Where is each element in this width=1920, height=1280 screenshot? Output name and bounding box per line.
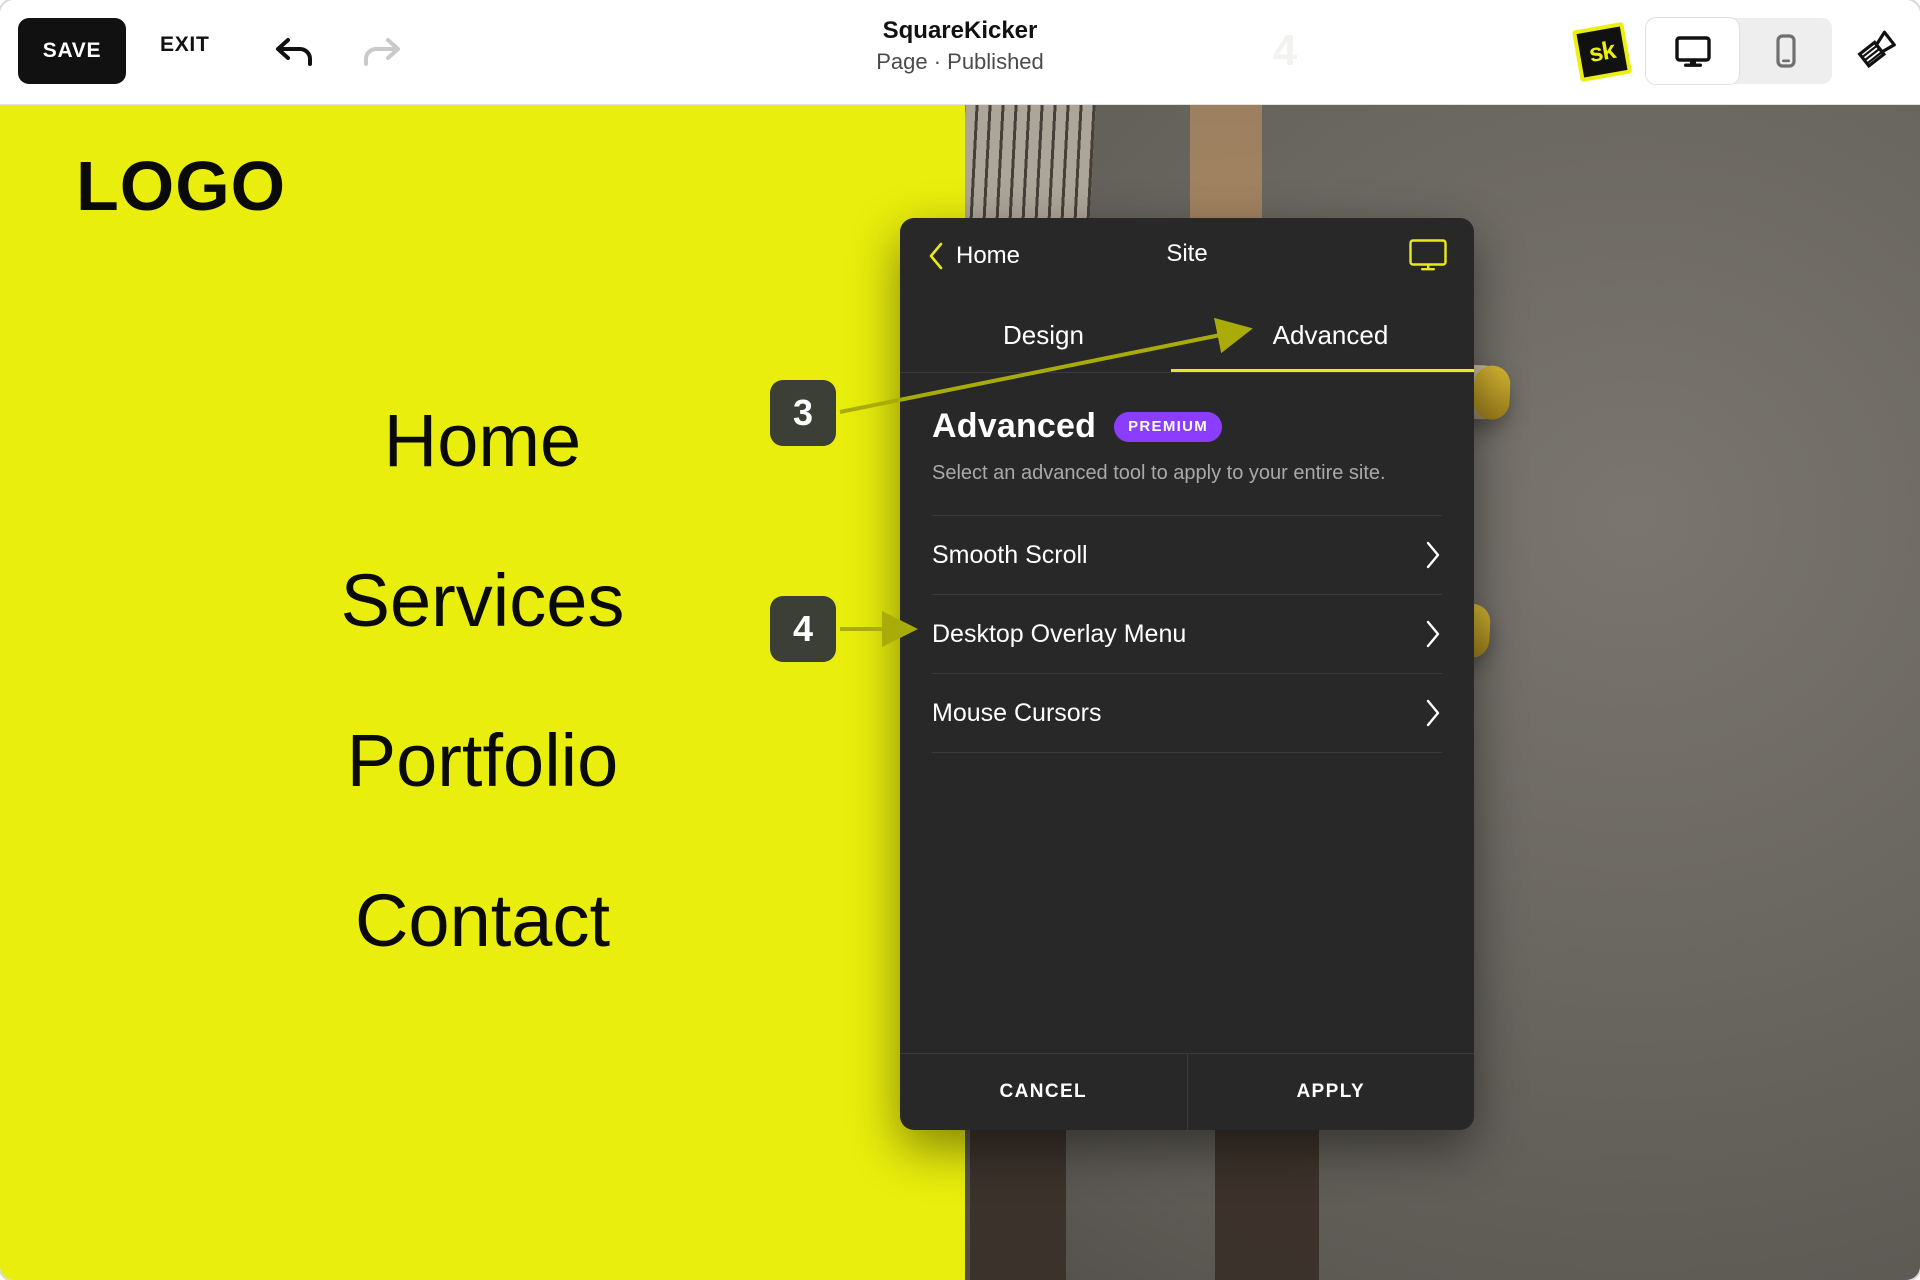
overlay-menu-pane: LOGO Home Services Portfolio Contact bbox=[0, 104, 965, 1280]
apply-button[interactable]: APPLY bbox=[1188, 1054, 1475, 1130]
tool-label: Desktop Overlay Menu bbox=[932, 619, 1187, 648]
panel-tabs-divider bbox=[900, 372, 1474, 373]
panel-footer: CANCEL APPLY bbox=[900, 1053, 1474, 1130]
site-logo[interactable]: LOGO bbox=[76, 146, 286, 226]
section-description: Select an advanced tool to apply to your… bbox=[932, 462, 1386, 484]
decor-dowel-cap bbox=[1472, 364, 1511, 421]
panel-title: Site bbox=[1166, 240, 1208, 267]
tool-label: Mouse Cursors bbox=[932, 698, 1102, 727]
cancel-button[interactable]: CANCEL bbox=[900, 1054, 1188, 1130]
tool-row-smooth-scroll[interactable]: Smooth Scroll bbox=[932, 515, 1442, 595]
tab-advanced[interactable]: Advanced bbox=[1171, 298, 1474, 372]
redo-icon[interactable] bbox=[352, 26, 408, 78]
premium-badge: PREMIUM bbox=[1114, 411, 1223, 442]
step-watermark: 4 bbox=[1272, 26, 1298, 75]
paintbrush-icon[interactable] bbox=[1848, 24, 1902, 78]
panel-tabs: Design Advanced bbox=[900, 298, 1474, 372]
chevron-right-icon bbox=[1426, 620, 1440, 648]
advanced-tool-list: Smooth Scroll Desktop Overlay Menu Mouse… bbox=[900, 515, 1474, 1053]
tool-label: Smooth Scroll bbox=[932, 540, 1088, 569]
squarekicker-logo[interactable]: sk bbox=[1571, 21, 1633, 83]
panel-desktop-icon[interactable] bbox=[1408, 238, 1448, 272]
exit-button[interactable]: EXIT bbox=[160, 33, 209, 57]
site-nav: Home Services Portfolio Contact bbox=[0, 404, 965, 958]
tool-row-desktop-overlay-menu[interactable]: Desktop Overlay Menu bbox=[932, 595, 1442, 674]
section-heading: Advanced bbox=[932, 407, 1097, 445]
save-button[interactable]: SAVE bbox=[18, 18, 126, 84]
nav-item-portfolio[interactable]: Portfolio bbox=[0, 724, 965, 798]
editor-toolbar: SAVE EXIT SquareKicker Page · Published … bbox=[0, 0, 1920, 105]
tool-row-mouse-cursors[interactable]: Mouse Cursors bbox=[932, 674, 1442, 753]
nav-item-contact[interactable]: Contact bbox=[0, 884, 965, 958]
panel-section-header: Advanced PREMIUM Select an advanced tool… bbox=[900, 373, 1474, 485]
squarekicker-editor-window: SAVE EXIT SquareKicker Page · Published … bbox=[0, 0, 1920, 1280]
undo-icon[interactable] bbox=[268, 26, 324, 78]
squarekicker-panel: Home Site Design Advanced Advanced PREMI… bbox=[900, 218, 1474, 1130]
callout-step-3: 3 bbox=[770, 380, 836, 446]
chevron-right-icon bbox=[1426, 541, 1440, 569]
mobile-icon[interactable] bbox=[1739, 18, 1832, 84]
tab-design[interactable]: Design bbox=[900, 298, 1187, 372]
desktop-icon[interactable] bbox=[1646, 18, 1739, 84]
logo-label: sk bbox=[1586, 35, 1618, 68]
device-view-toggle[interactable] bbox=[1646, 18, 1832, 84]
panel-topbar: Home Site bbox=[900, 218, 1474, 298]
callout-step-4: 4 bbox=[770, 596, 836, 662]
chevron-right-icon bbox=[1426, 699, 1440, 727]
